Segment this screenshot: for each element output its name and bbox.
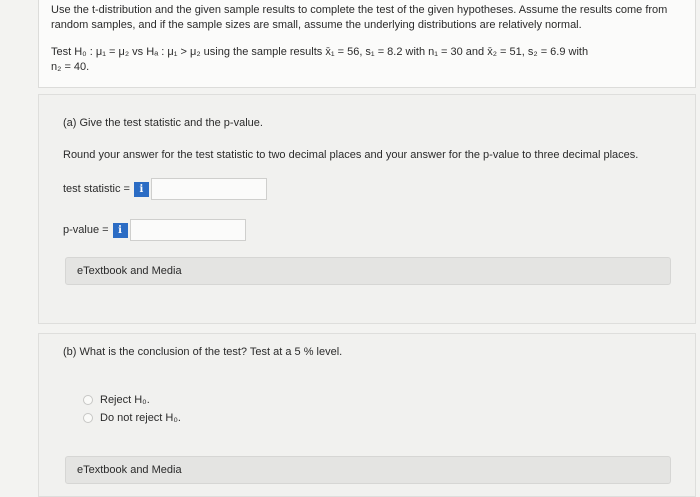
p-value-label: p-value = [63,224,109,236]
option-reject[interactable]: Reject H₀. [83,394,150,406]
p-value-input[interactable] [129,219,246,241]
radio-button[interactable] [83,413,93,423]
option-do-not-reject[interactable]: Do not reject H₀. [83,412,181,424]
info-icon[interactable]: i [133,181,149,197]
p-value-row: p-value = i [63,219,246,241]
option-label: Do not reject H₀. [100,412,181,424]
etextbook-media-button-a[interactable]: eTextbook and Media [65,257,671,285]
part-b-panel: (b) What is the conclusion of the test? … [38,333,696,497]
part-b-title: (b) What is the conclusion of the test? … [63,346,343,358]
intro-text: Use the t-distribution and the given sam… [51,4,668,31]
part-a-instruction: Round your answer for the test statistic… [63,149,639,161]
test-statistic-label: test statistic = [63,183,130,195]
etextbook-media-button-b[interactable]: eTextbook and Media [65,456,671,484]
test-statistic-input[interactable] [150,178,267,200]
hypothesis-line-1: Test H₀ : μ₁ = μ₂ vs Hₐ : μ₁ > μ₂ using … [51,46,589,58]
radio-button[interactable] [83,395,93,405]
part-a-panel: (a) Give the test statistic and the p-va… [38,94,696,324]
info-icon[interactable]: i [112,222,128,238]
test-statistic-row: test statistic = i [63,178,267,200]
question-intro: Use the t-distribution and the given sam… [38,0,696,88]
hypothesis-line-2: n₂ = 40. [51,61,90,73]
etextbook-label: eTextbook and Media [77,464,182,476]
option-label: Reject H₀. [100,394,150,406]
etextbook-label: eTextbook and Media [77,265,182,277]
hypothesis-statement: Test H₀ : μ₁ = μ₂ vs Hₐ : μ₁ > μ₂ using … [51,45,661,75]
part-a-title: (a) Give the test statistic and the p-va… [63,117,263,129]
